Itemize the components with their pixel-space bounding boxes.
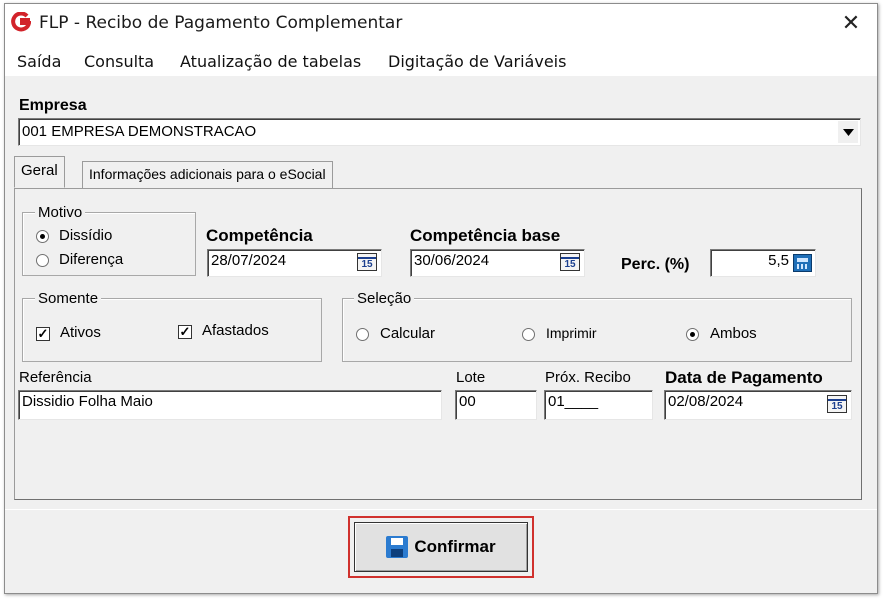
competencia-field[interactable]: 28/07/2024 15	[207, 249, 382, 277]
tab-esocial[interactable]: Informações adicionais para o eSocial	[82, 161, 333, 188]
prox-recibo-input[interactable]: 01____	[544, 390, 653, 420]
calendar-icon[interactable]: 15	[827, 395, 847, 413]
window-title: FLP - Recibo de Pagamento Complementar	[39, 13, 403, 33]
checkbox-afastados[interactable]: ✓	[178, 325, 192, 339]
menu-saida[interactable]: Saída	[17, 52, 61, 71]
competencia-base-field[interactable]: 30/06/2024 15	[410, 249, 585, 277]
lote-value: 00	[459, 393, 476, 410]
empresa-value: 001 EMPRESA DEMONSTRACAO	[22, 123, 257, 140]
radio-imprimir-label: Imprimir	[546, 325, 597, 341]
radio-calcular[interactable]	[356, 328, 369, 341]
radio-ambos[interactable]	[686, 328, 699, 341]
data-pagamento-value: 02/08/2024	[668, 393, 744, 410]
radio-ambos-label: Ambos	[710, 325, 757, 342]
empresa-label: Empresa	[19, 97, 87, 114]
dialog-window: FLP - Recibo de Pagamento Complementar ✕…	[4, 3, 878, 594]
somente-title: Somente	[35, 290, 102, 307]
menu-atualizacao-tabelas[interactable]: Atualização de tabelas	[180, 52, 361, 71]
competencia-label: Competência	[206, 226, 313, 245]
prox-recibo-value: 01____	[548, 393, 599, 410]
app-logo-icon	[11, 11, 32, 32]
radio-calcular-label: Calcular	[380, 325, 436, 342]
referencia-value: Dissidio Folha Maio	[22, 393, 153, 410]
save-icon	[386, 536, 409, 558]
footer-divider	[5, 509, 877, 510]
prox-recibo-label: Próx. Recibo	[545, 369, 631, 386]
menu-consulta[interactable]: Consulta	[84, 52, 154, 71]
radio-dissidio-label: Dissídio	[59, 227, 113, 244]
lote-label: Lote	[456, 369, 486, 386]
selecao-title: Seleção	[354, 290, 415, 307]
calendar-glyph: 15	[561, 257, 579, 270]
calendar-glyph: 15	[358, 257, 376, 270]
perc-value: 5,5	[768, 252, 789, 269]
motivo-title: Motivo	[35, 204, 86, 221]
calendar-icon[interactable]: 15	[357, 253, 377, 271]
checkbox-ativos[interactable]: ✓	[36, 327, 50, 341]
competencia-value: 28/07/2024	[211, 252, 287, 269]
data-pagamento-field[interactable]: 02/08/2024 15	[664, 390, 852, 420]
calculator-icon[interactable]	[793, 254, 812, 272]
competencia-base-value: 30/06/2024	[414, 252, 490, 269]
radio-dissidio[interactable]	[36, 230, 49, 243]
referencia-input[interactable]: Dissidio Folha Maio	[18, 390, 442, 420]
checkbox-ativos-label: Ativos	[60, 324, 101, 341]
radio-imprimir[interactable]	[522, 328, 535, 341]
radio-diferenca-label: Diferença	[59, 251, 124, 268]
title-bar: FLP - Recibo de Pagamento Complementar ✕	[5, 4, 877, 42]
calendar-icon[interactable]: 15	[560, 253, 580, 271]
competencia-base-label: Competência base	[410, 226, 561, 245]
referencia-label: Referência	[19, 369, 92, 386]
confirm-button[interactable]: Confirmar	[354, 522, 528, 572]
checkbox-afastados-label: Afastados	[202, 322, 269, 339]
confirm-label: Confirmar	[414, 537, 496, 556]
radio-diferenca[interactable]	[36, 254, 49, 267]
perc-field[interactable]: 5,5	[710, 249, 816, 277]
empresa-select[interactable]: 001 EMPRESA DEMONSTRACAO	[18, 118, 861, 146]
lote-input[interactable]: 00	[455, 390, 537, 420]
perc-label: Perc. (%)	[621, 256, 690, 273]
close-button[interactable]: ✕	[831, 6, 871, 40]
calendar-glyph: 15	[828, 399, 846, 412]
menu-digitacao-variaveis[interactable]: Digitação de Variáveis	[388, 52, 566, 71]
tab-geral[interactable]: Geral	[14, 156, 65, 188]
menu-bar: Saída Consulta Atualização de tabelas Di…	[5, 42, 877, 76]
chevron-down-icon[interactable]	[838, 121, 858, 143]
data-pagamento-label: Data de Pagamento	[665, 368, 823, 387]
